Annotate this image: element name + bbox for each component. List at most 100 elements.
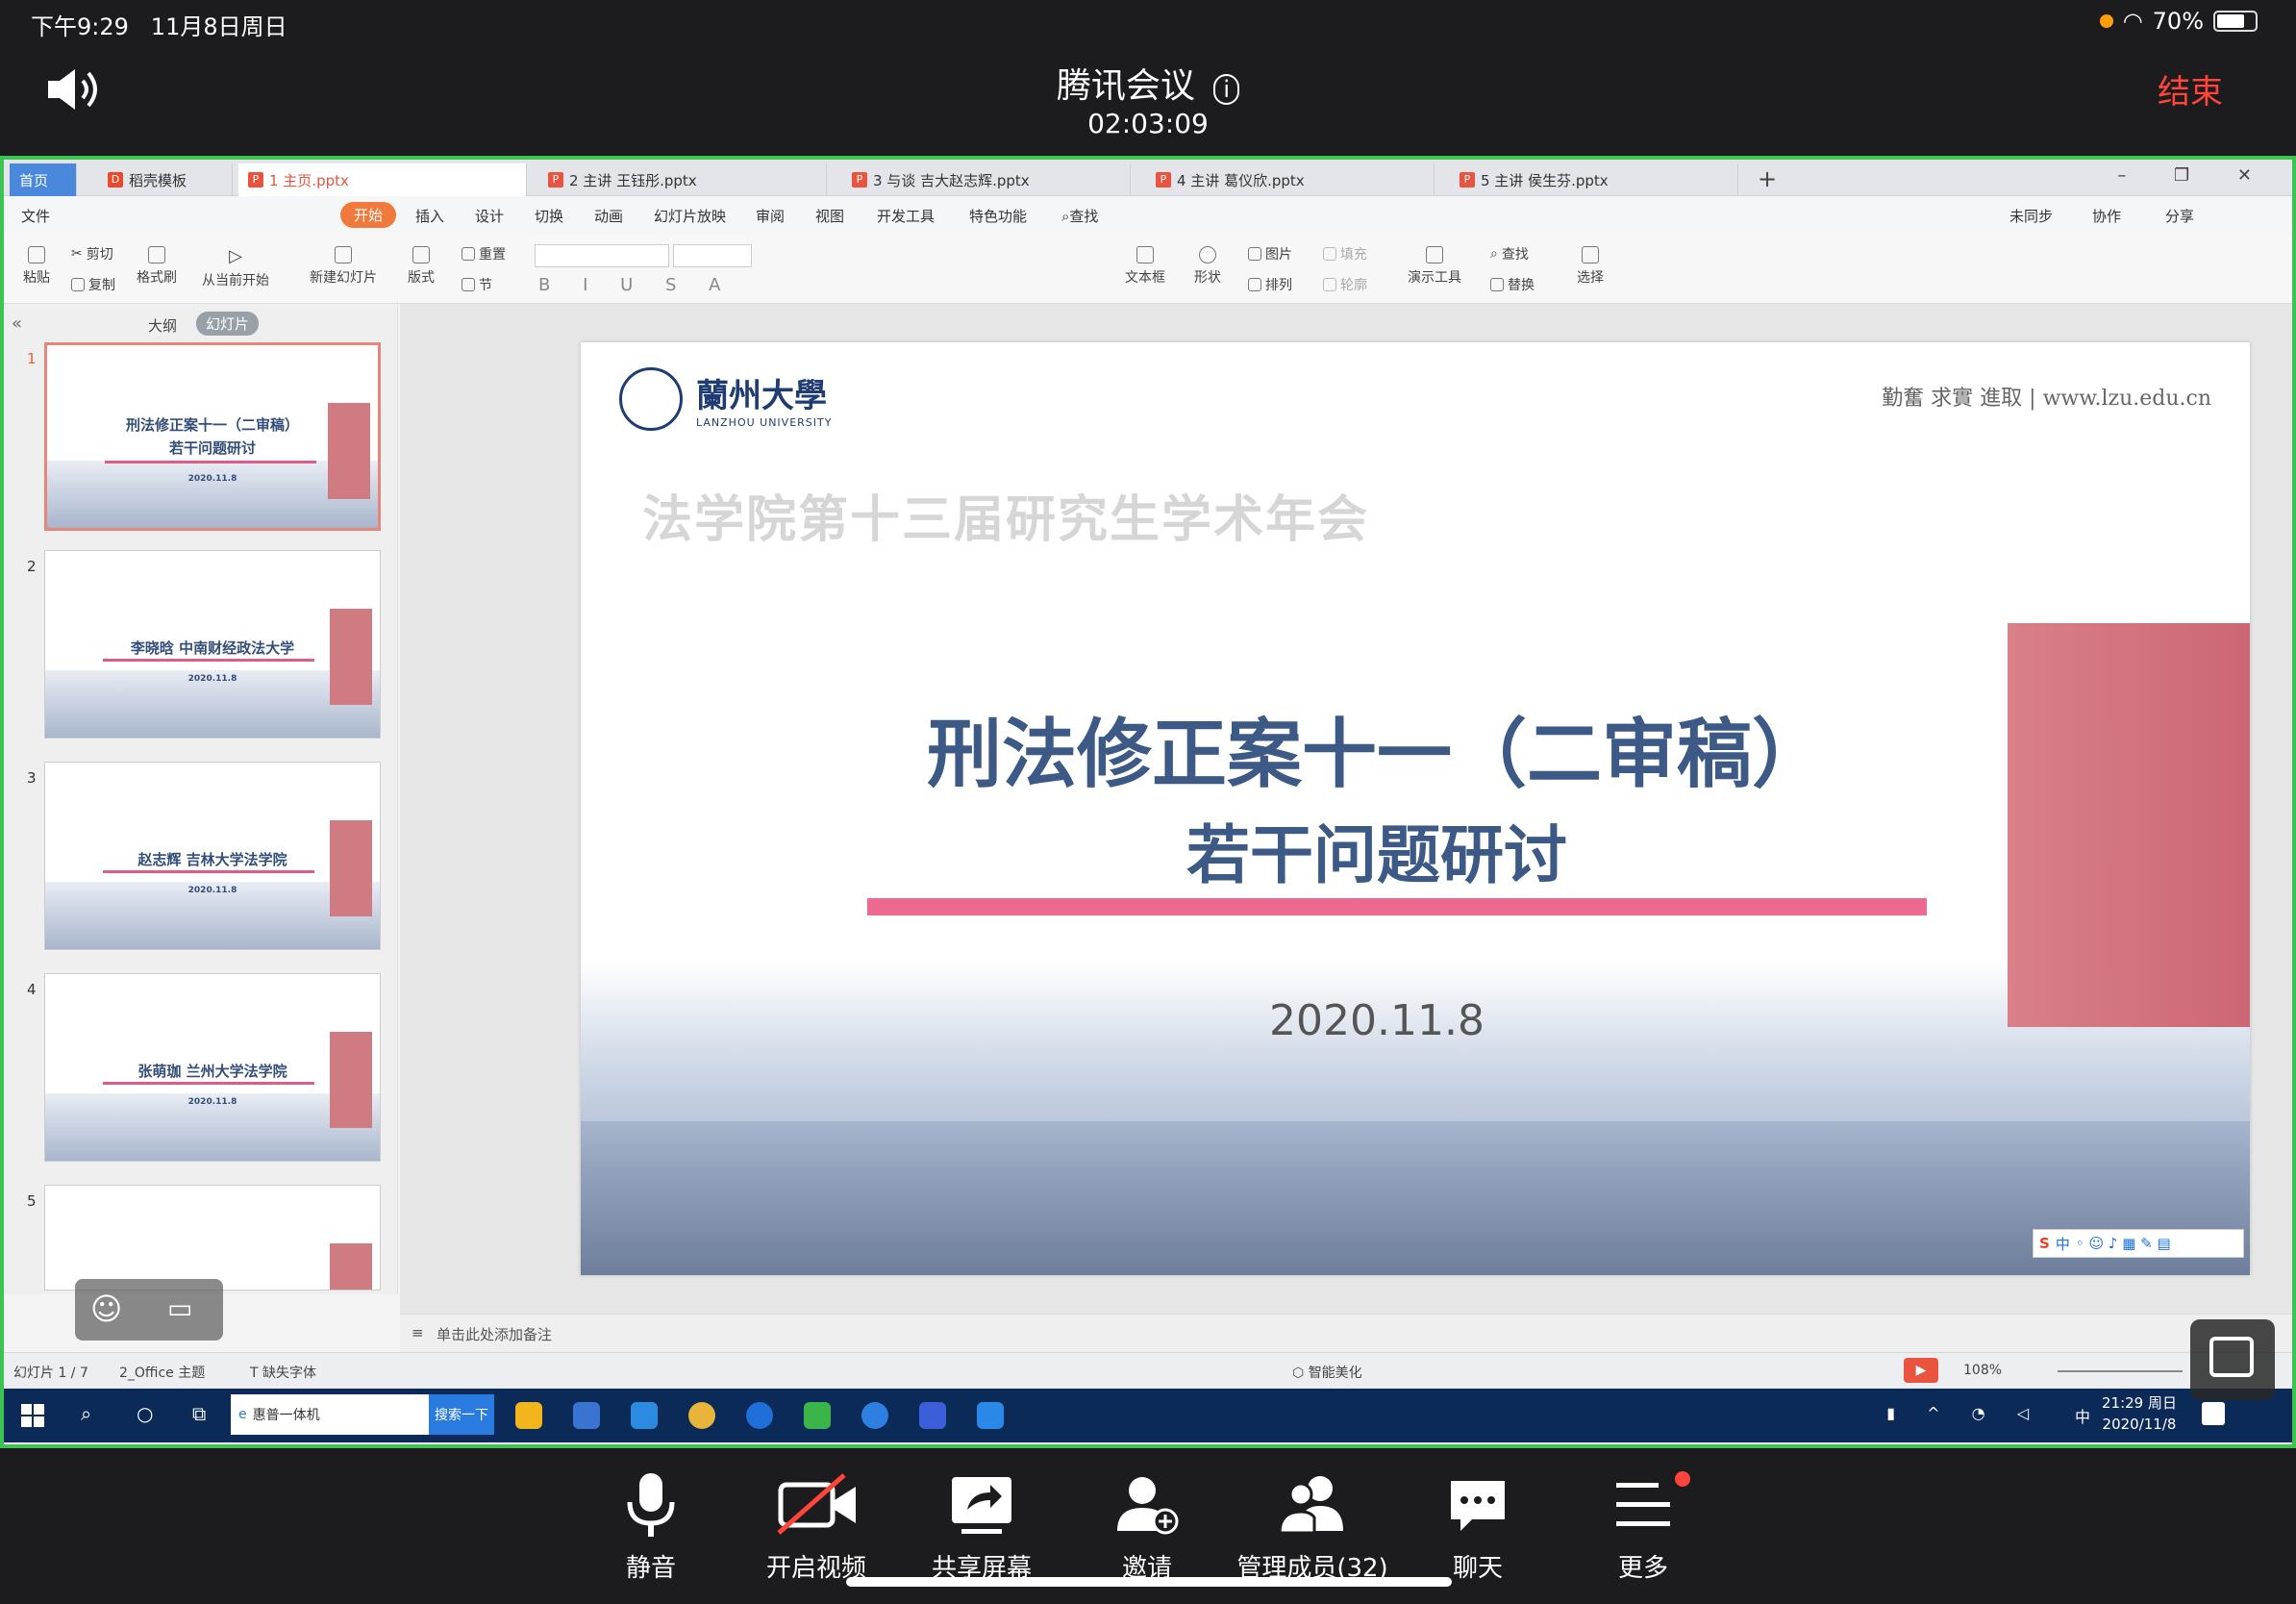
slide-thumb-2[interactable]: 李晓晗 中南财经政法大学 2020.11.8 [44, 550, 381, 739]
start-video-button[interactable]: 开启视频 [735, 1471, 898, 1584]
logo-chinese: 蘭州大學 [696, 377, 827, 415]
share-screen-icon [952, 1477, 1011, 1534]
store-icon[interactable] [573, 1402, 600, 1429]
mute-button[interactable]: 静音 [569, 1471, 733, 1584]
sogou-browser-icon[interactable] [746, 1402, 773, 1429]
find-button[interactable]: ⌕ 查找 [1490, 244, 1529, 263]
outline-icon [1323, 278, 1336, 291]
font-size-select[interactable] [673, 244, 752, 267]
presenter-tools-button[interactable]: 演示工具 [1408, 246, 1461, 287]
chrome-icon[interactable] [688, 1402, 715, 1429]
menu-slideshow[interactable]: 幻灯片放映 [654, 206, 726, 226]
tab-file-1[interactable]: P1 主页.pptx [238, 163, 527, 196]
sogou-ime-toolbar[interactable]: S 中 ◦ ☺ ♪ ▦ ✎ ▤ [2033, 1229, 2244, 1258]
slide-edit-area: 蘭州大學 LANZHOU UNIVERSITY 勤奮 求實 進取 | www.lz… [400, 304, 2292, 1314]
collab-button[interactable]: 协作 [2092, 206, 2121, 226]
menu-search[interactable]: ⌕查找 [1061, 206, 1098, 226]
reset-button[interactable]: 重置 [462, 244, 506, 263]
menu-file[interactable]: 文件 [21, 206, 50, 226]
layout-button[interactable]: 版式 [408, 246, 435, 287]
menu-view[interactable]: 视图 [815, 206, 844, 226]
cut-button[interactable]: ✂ 剪切 [71, 244, 113, 263]
outline-tab[interactable]: 大纲 [148, 315, 177, 336]
mail-icon[interactable] [631, 1402, 658, 1429]
paste-button[interactable]: 粘贴 [23, 246, 50, 287]
section-button[interactable]: 节 [462, 275, 492, 294]
sync-status[interactable]: 未同步 [2009, 206, 2053, 226]
collapse-pane-icon[interactable]: « [12, 313, 22, 334]
copy-button[interactable]: 复制 [71, 275, 115, 294]
search-icon[interactable]: ⌕ [81, 1402, 91, 1425]
tab-file-2[interactable]: P2 主讲 王钰彤.pptx [538, 163, 827, 196]
fill-button[interactable]: 填充 [1323, 244, 1367, 263]
menu-dev[interactable]: 开发工具 [877, 206, 935, 226]
cortana-icon[interactable]: ○ [137, 1402, 153, 1425]
slide-thumb-3[interactable]: 赵志辉 吉林大学法学院 2020.11.8 [44, 762, 381, 950]
missing-font[interactable]: T 缺失字体 [250, 1363, 316, 1382]
notification-icon[interactable] [2202, 1402, 2225, 1425]
windows-start-icon[interactable] [21, 1404, 44, 1427]
share-button[interactable]: 分享 [2165, 206, 2194, 226]
info-icon[interactable]: i [1213, 74, 1240, 105]
current-slide[interactable]: 蘭州大學 LANZHOU UNIVERSITY 勤奮 求實 進取 | www.lz… [581, 342, 2250, 1275]
tencent-meeting-icon[interactable] [977, 1402, 1004, 1429]
menu-animation[interactable]: 动画 [594, 206, 623, 226]
tab-templates[interactable]: D 稻壳模板 [98, 163, 233, 196]
smart-beautify[interactable]: ⬡ 智能美化 [1292, 1363, 1362, 1382]
tab-file-3[interactable]: P3 与谈 吉大赵志辉.pptx [842, 163, 1131, 196]
format-painter-button[interactable]: 格式刷 [137, 246, 177, 287]
text-format-buttons[interactable]: B I U S A [538, 275, 734, 295]
invite-button[interactable]: 邀请 [1065, 1471, 1229, 1584]
tab-file-4[interactable]: P4 主讲 葛仪欣.pptx [1146, 163, 1435, 196]
replace-button[interactable]: 替换 [1490, 275, 1535, 294]
browser-search-button[interactable]: 搜索一下 [429, 1394, 494, 1435]
new-tab-plus-icon[interactable]: + [1758, 165, 1777, 192]
zoom-slider[interactable] [2058, 1370, 2183, 1372]
select-button[interactable]: 选择 [1577, 246, 1604, 287]
menu-insert[interactable]: 插入 [415, 206, 444, 226]
menu-design[interactable]: 设计 [475, 206, 504, 226]
task-view-icon[interactable]: ⧉ [192, 1402, 206, 1425]
play-from-current-button[interactable]: ▷ 从当前开始 [202, 246, 269, 289]
shape-button[interactable]: 形状 [1194, 246, 1221, 287]
folder-icon[interactable] [515, 1402, 542, 1429]
home-indicator[interactable] [846, 1577, 1452, 1587]
arrange-button[interactable]: 排列 [1248, 275, 1292, 294]
chat-button[interactable]: 聊天 [1396, 1471, 1560, 1584]
manage-members-button[interactable]: 管理成员(32) [1231, 1471, 1394, 1584]
end-meeting-button[interactable]: 结束 [2158, 65, 2223, 113]
play-slideshow-icon[interactable]: ▶ [1904, 1358, 1938, 1383]
font-name-select[interactable] [535, 244, 669, 267]
globe-icon[interactable] [861, 1402, 888, 1429]
window-controls[interactable]: – ❐ ✕ [2117, 165, 2273, 186]
slide-thumb-4[interactable]: 张萌珈 兰州大学法学院 2020.11.8 [44, 973, 381, 1162]
slide-thumb-5[interactable] [44, 1185, 381, 1291]
slides-tab[interactable]: 幻灯片 [196, 312, 260, 336]
browser-search-input[interactable]: e 惠普一体机 [231, 1394, 429, 1435]
tab-file-5[interactable]: P5 主讲 侯生芬.pptx [1450, 163, 1738, 196]
chat-bubble-icon[interactable]: ▭ [167, 1292, 192, 1324]
wechat-icon[interactable] [804, 1402, 831, 1429]
menu-transition[interactable]: 切换 [535, 206, 563, 226]
university-motto: 勤奮 求實 進取 | www.lzu.edu.cn [1882, 387, 2211, 411]
textbox-button[interactable]: 文本框 [1125, 246, 1165, 287]
picture-button[interactable]: 图片 [1248, 244, 1292, 263]
outline-button[interactable]: 轮廓 [1323, 275, 1367, 294]
menu-features[interactable]: 特色功能 [969, 206, 1027, 226]
floating-window-button[interactable] [2190, 1319, 2275, 1400]
wps-icon[interactable] [919, 1402, 946, 1429]
notes-area[interactable]: ≡ 单击此处添加备注 [400, 1314, 2292, 1352]
new-slide-button[interactable]: 新建幻灯片 [310, 246, 377, 287]
ime-indicator[interactable]: 中 [2075, 1404, 2090, 1427]
tab-home[interactable]: 首页 [10, 163, 77, 196]
taskbar-clock[interactable]: 21:29 周日 2020/11/8 [2102, 1392, 2177, 1435]
share-screen-button[interactable]: 共享屏幕 [900, 1471, 1063, 1584]
tray-icons[interactable]: ▮ ^ ◔ ◁ [1886, 1404, 2042, 1422]
emoji-icon[interactable]: ☺ [90, 1291, 122, 1327]
slide-thumb-1[interactable]: 刑法修正案十一（二审稿） 若干问题研讨 2020.11.8 [44, 342, 381, 531]
menu-review[interactable]: 审阅 [756, 206, 785, 226]
menu-home[interactable]: 开始 [340, 202, 397, 228]
status-date: 11月8日周日 [150, 13, 287, 40]
more-button[interactable]: 更多 [1561, 1471, 1725, 1584]
slide-date: 2020.11.8 [1269, 996, 1485, 1045]
